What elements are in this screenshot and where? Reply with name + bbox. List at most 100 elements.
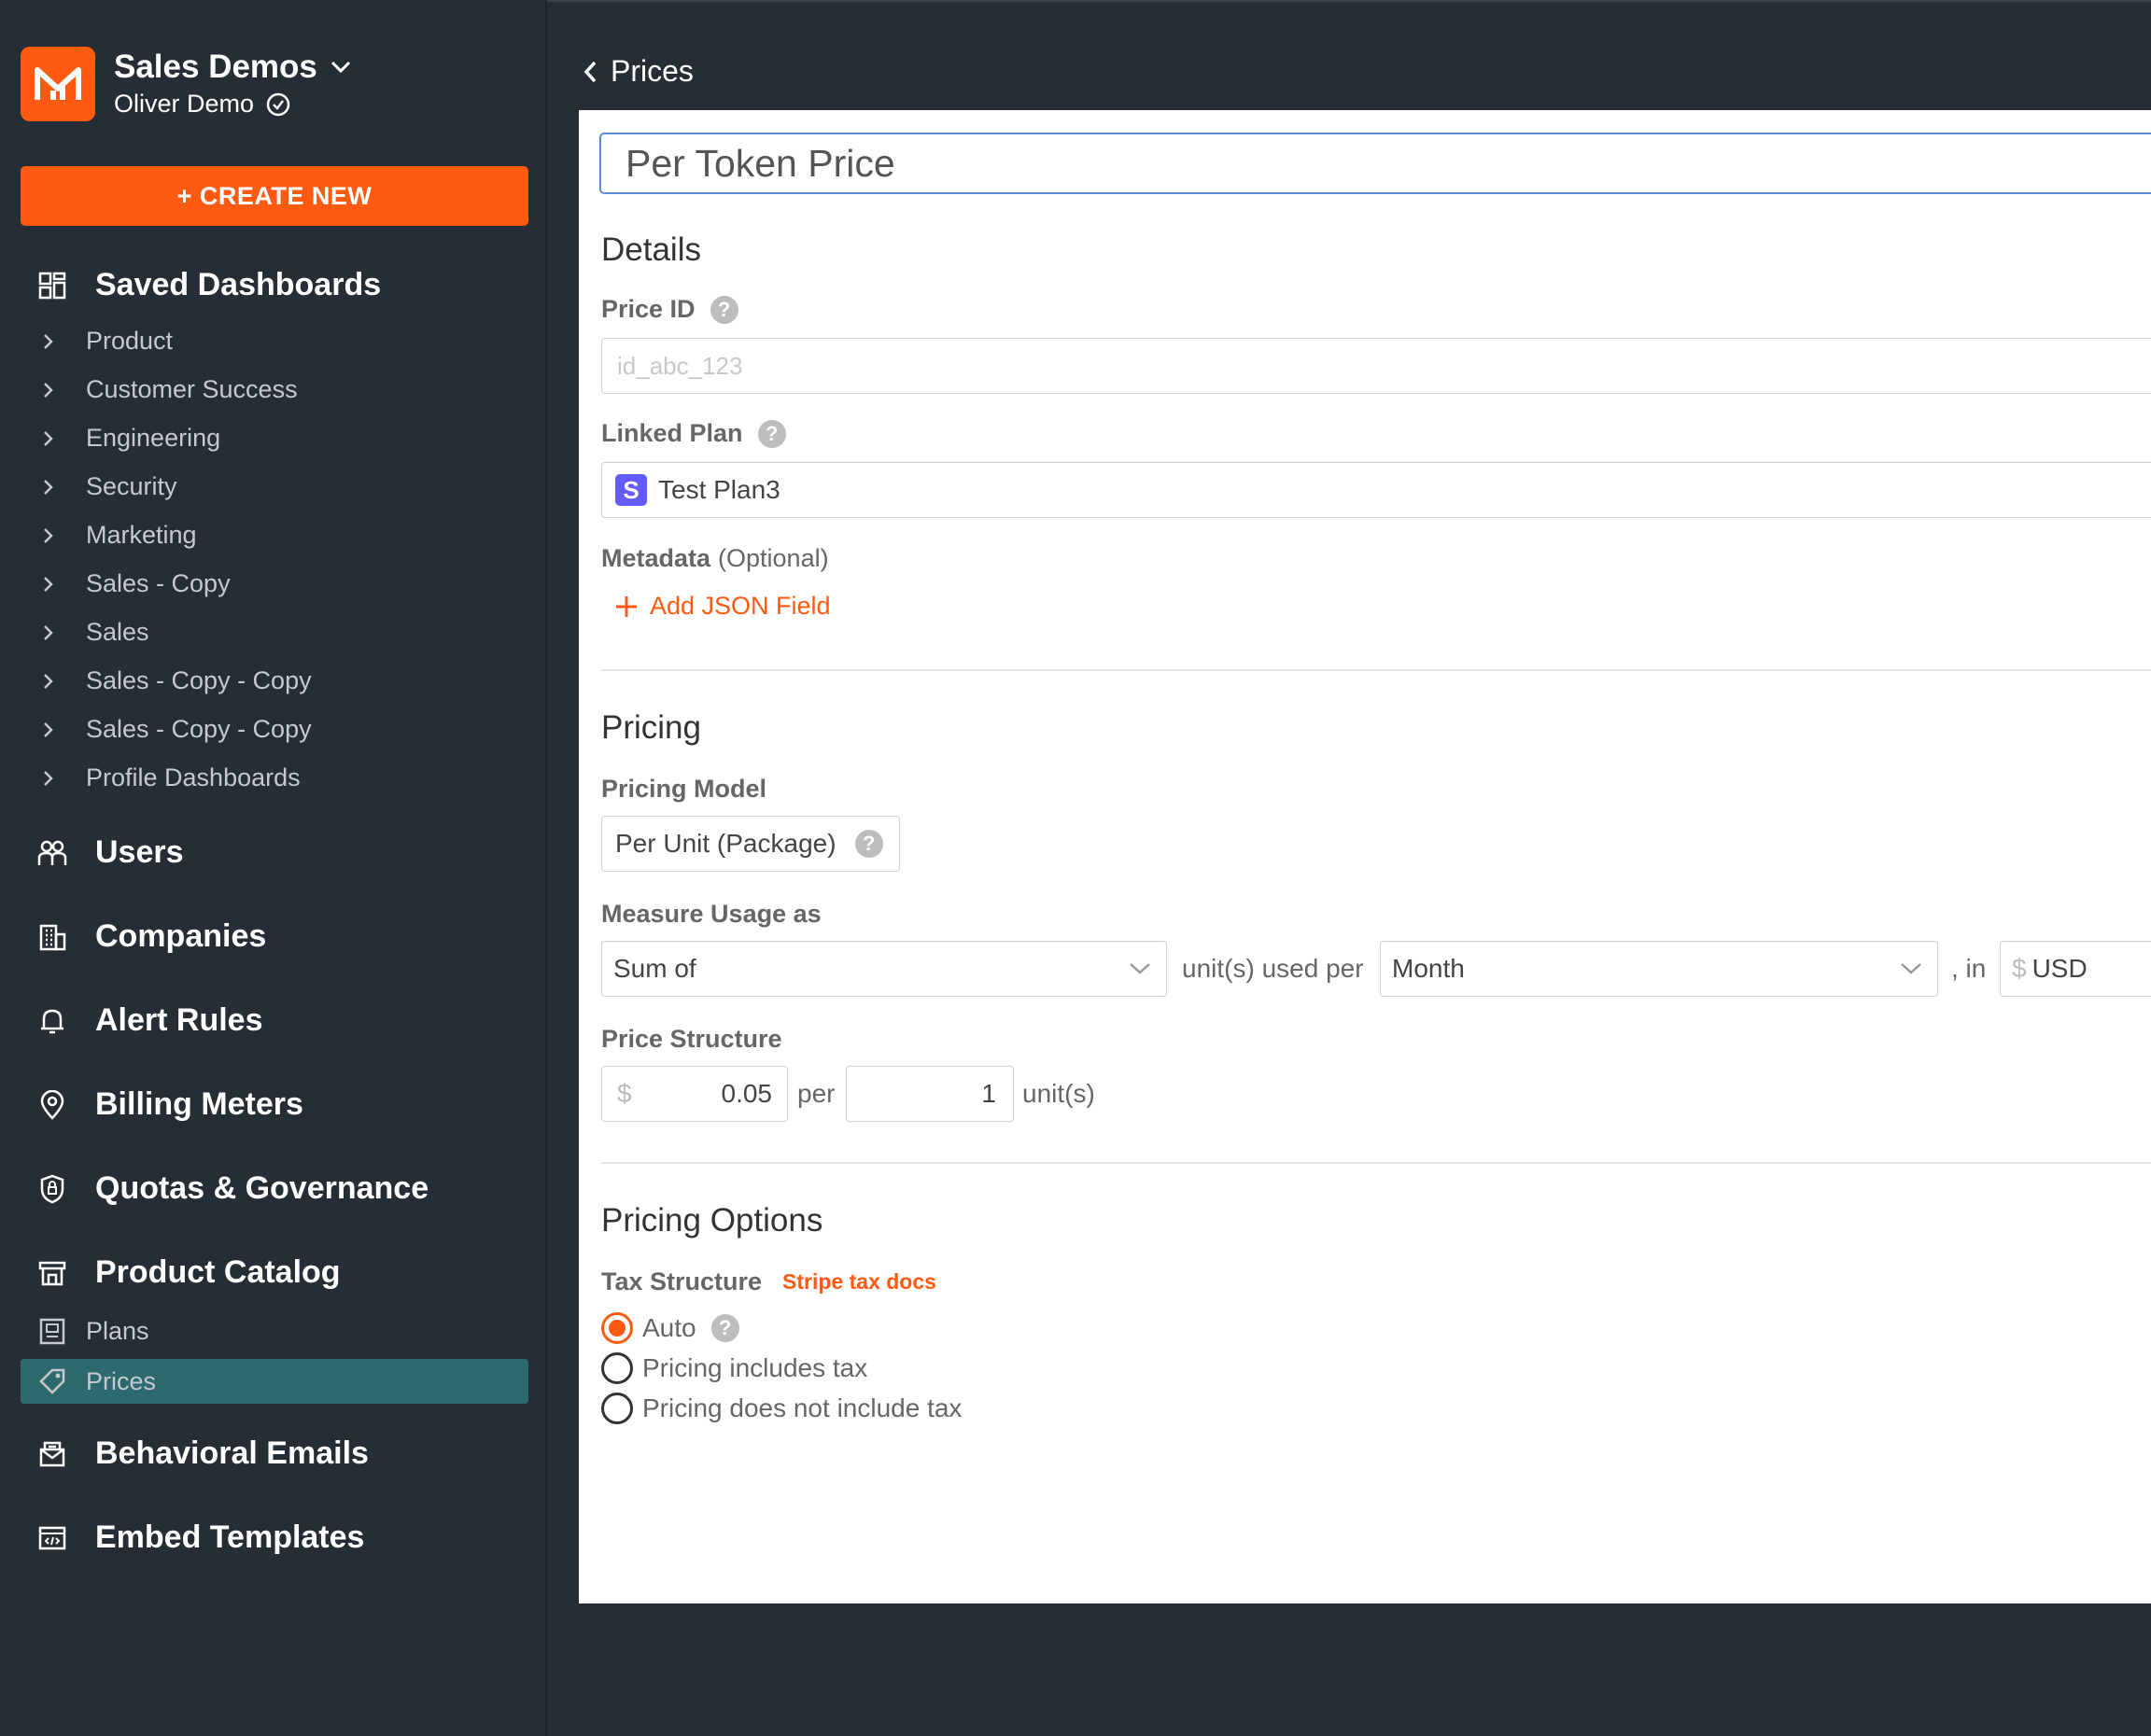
nav-users[interactable]: Users — [35, 834, 184, 871]
price-id-label: Price ID ? — [601, 295, 738, 324]
price-id-input[interactable]: id_abc_123 — [601, 338, 2151, 394]
help-icon[interactable]: ? — [854, 830, 883, 858]
add-json-field-button[interactable]: Add JSON Field — [614, 592, 831, 621]
tax-option-includes[interactable]: Pricing includes tax — [601, 1352, 867, 1384]
section-divider — [601, 1162, 2151, 1164]
pricing-model-value: Per Unit (Package) — [615, 829, 836, 858]
dashboard-item-label: Product — [86, 327, 174, 355]
stripe-icon: S — [615, 474, 647, 506]
chevron-down-icon — [1901, 963, 1921, 974]
dashboard-item-label: Sales - Copy — [86, 569, 231, 597]
nav-label: Product Catalog — [95, 1254, 341, 1290]
tax-option-label: Auto — [642, 1313, 696, 1342]
per-text: per — [797, 1079, 836, 1108]
nav-quotas-governance[interactable]: Quotas & Governance — [35, 1170, 429, 1207]
nav-plans[interactable]: Plans — [35, 1314, 149, 1348]
back-to-prices-link[interactable]: Prices — [583, 54, 694, 89]
dashboard-item-label: Customer Success — [86, 375, 298, 403]
price-id-label-text: Price ID — [601, 295, 696, 323]
nav-saved-dashboards[interactable]: Saved Dashboards — [35, 267, 381, 303]
chevron-right-icon — [43, 333, 62, 350]
period-select[interactable]: Month — [1380, 941, 1938, 997]
dashboard-item[interactable]: Sales - Copy - Copy — [43, 715, 312, 744]
nav-label: Billing Meters — [95, 1086, 303, 1122]
pricing-model-label: Pricing Model — [601, 775, 766, 804]
price-structure-label-text: Price Structure — [601, 1025, 782, 1053]
document-icon — [35, 1314, 69, 1348]
chevron-right-icon — [43, 721, 62, 738]
aggregation-select[interactable]: Sum of — [601, 941, 1167, 997]
pricing-model-select[interactable]: Per Unit (Package) ? — [601, 816, 900, 872]
mail-icon — [35, 1437, 69, 1471]
linked-plan-value: Test Plan3 — [658, 475, 780, 504]
dashboard-item[interactable]: Sales - Copy - Copy — [43, 666, 312, 695]
dashboard-item[interactable]: Profile Dashboards — [43, 763, 301, 792]
chevron-right-icon — [43, 527, 62, 544]
tax-option-excludes[interactable]: Pricing does not include tax — [601, 1393, 962, 1424]
nav-alert-rules[interactable]: Alert Rules — [35, 1002, 263, 1039]
chevron-right-icon — [43, 382, 62, 399]
pricing-options-heading: Pricing Options — [601, 1202, 823, 1239]
back-link-label: Prices — [611, 54, 694, 88]
dashboard-item[interactable]: Marketing — [43, 521, 197, 550]
nav-label: Prices — [86, 1366, 157, 1395]
measure-usage-label-text: Measure Usage as — [601, 900, 822, 928]
pricing-heading: Pricing — [601, 709, 701, 746]
nav-product-catalog[interactable]: Product Catalog — [35, 1254, 341, 1291]
optional-text: (Optional) — [718, 544, 829, 572]
dashboard-item-label: Sales — [86, 618, 149, 646]
chevron-left-icon — [583, 61, 597, 82]
dashboard-item-label: Security — [86, 472, 177, 500]
unit-price-value: 0.05 — [721, 1079, 773, 1108]
dashboard-item[interactable]: Product — [43, 327, 173, 356]
price-name-input[interactable]: Per Token Price — [599, 133, 2151, 194]
unit-price-input[interactable]: $ 0.05 — [601, 1066, 788, 1122]
radio-unselected[interactable] — [601, 1393, 633, 1424]
tag-icon — [35, 1365, 69, 1398]
unit-quantity-input[interactable]: 1 — [846, 1066, 1014, 1122]
dashboard-item[interactable]: Security — [43, 472, 177, 501]
create-new-button[interactable]: + CREATE NEW — [21, 166, 528, 226]
add-json-label: Add JSON Field — [650, 592, 831, 620]
stripe-tax-docs-link[interactable]: Stripe tax docs — [782, 1269, 936, 1295]
metadata-label: Metadata (Optional) — [601, 544, 829, 573]
aggregation-value: Sum of — [613, 954, 696, 983]
dashboard-item-label: Sales - Copy - Copy — [86, 666, 312, 694]
dashboard-item[interactable]: Customer Success — [43, 375, 298, 404]
nav-label: Alert Rules — [95, 1002, 263, 1038]
linked-plan-select[interactable]: S Test Plan3 — [601, 462, 2151, 518]
sidebar: Sales Demos Oliver Demo + CREATE NEW Sav… — [0, 0, 547, 1736]
dashboard-item[interactable]: Sales — [43, 618, 149, 647]
dashboard-item[interactable]: Sales - Copy — [43, 569, 231, 598]
chevron-right-icon — [43, 430, 62, 447]
metadata-label-text: Metadata — [601, 544, 711, 572]
nav-label: Saved Dashboards — [95, 267, 382, 302]
measure-usage-label: Measure Usage as — [601, 900, 822, 929]
nav-billing-meters[interactable]: Billing Meters — [35, 1086, 303, 1123]
nav-companies[interactable]: Companies — [35, 918, 266, 955]
org-switcher[interactable]: Sales Demos Oliver Demo — [21, 47, 351, 121]
nav-label: Quotas & Governance — [95, 1170, 429, 1206]
chevron-down-icon — [1130, 963, 1150, 974]
help-icon[interactable]: ? — [757, 419, 786, 448]
nav-prices[interactable]: Prices — [35, 1365, 156, 1398]
dashboard-item[interactable]: Engineering — [43, 424, 220, 453]
tax-option-label: Pricing includes tax — [642, 1353, 868, 1382]
radio-selected[interactable] — [601, 1312, 633, 1344]
chevron-right-icon — [43, 576, 62, 593]
building-icon — [35, 920, 69, 954]
bell-icon — [35, 1004, 69, 1038]
dashboard-item-label: Engineering — [86, 424, 221, 452]
dashboard-item-label: Profile Dashboards — [86, 763, 301, 791]
linked-plan-label-text: Linked Plan — [601, 419, 743, 447]
currency-symbol: $ — [2012, 954, 2027, 983]
dashboard-item-label: Marketing — [86, 521, 197, 549]
chevron-right-icon — [43, 770, 62, 787]
tax-option-auto[interactable]: Auto ? — [601, 1312, 739, 1344]
nav-behavioral-emails[interactable]: Behavioral Emails — [35, 1435, 369, 1472]
radio-unselected[interactable] — [601, 1352, 633, 1384]
help-icon[interactable]: ? — [710, 1314, 739, 1342]
nav-embed-templates[interactable]: Embed Templates — [35, 1519, 364, 1556]
help-icon[interactable]: ? — [710, 295, 738, 324]
currency-select[interactable]: $ USD — [2000, 941, 2151, 997]
